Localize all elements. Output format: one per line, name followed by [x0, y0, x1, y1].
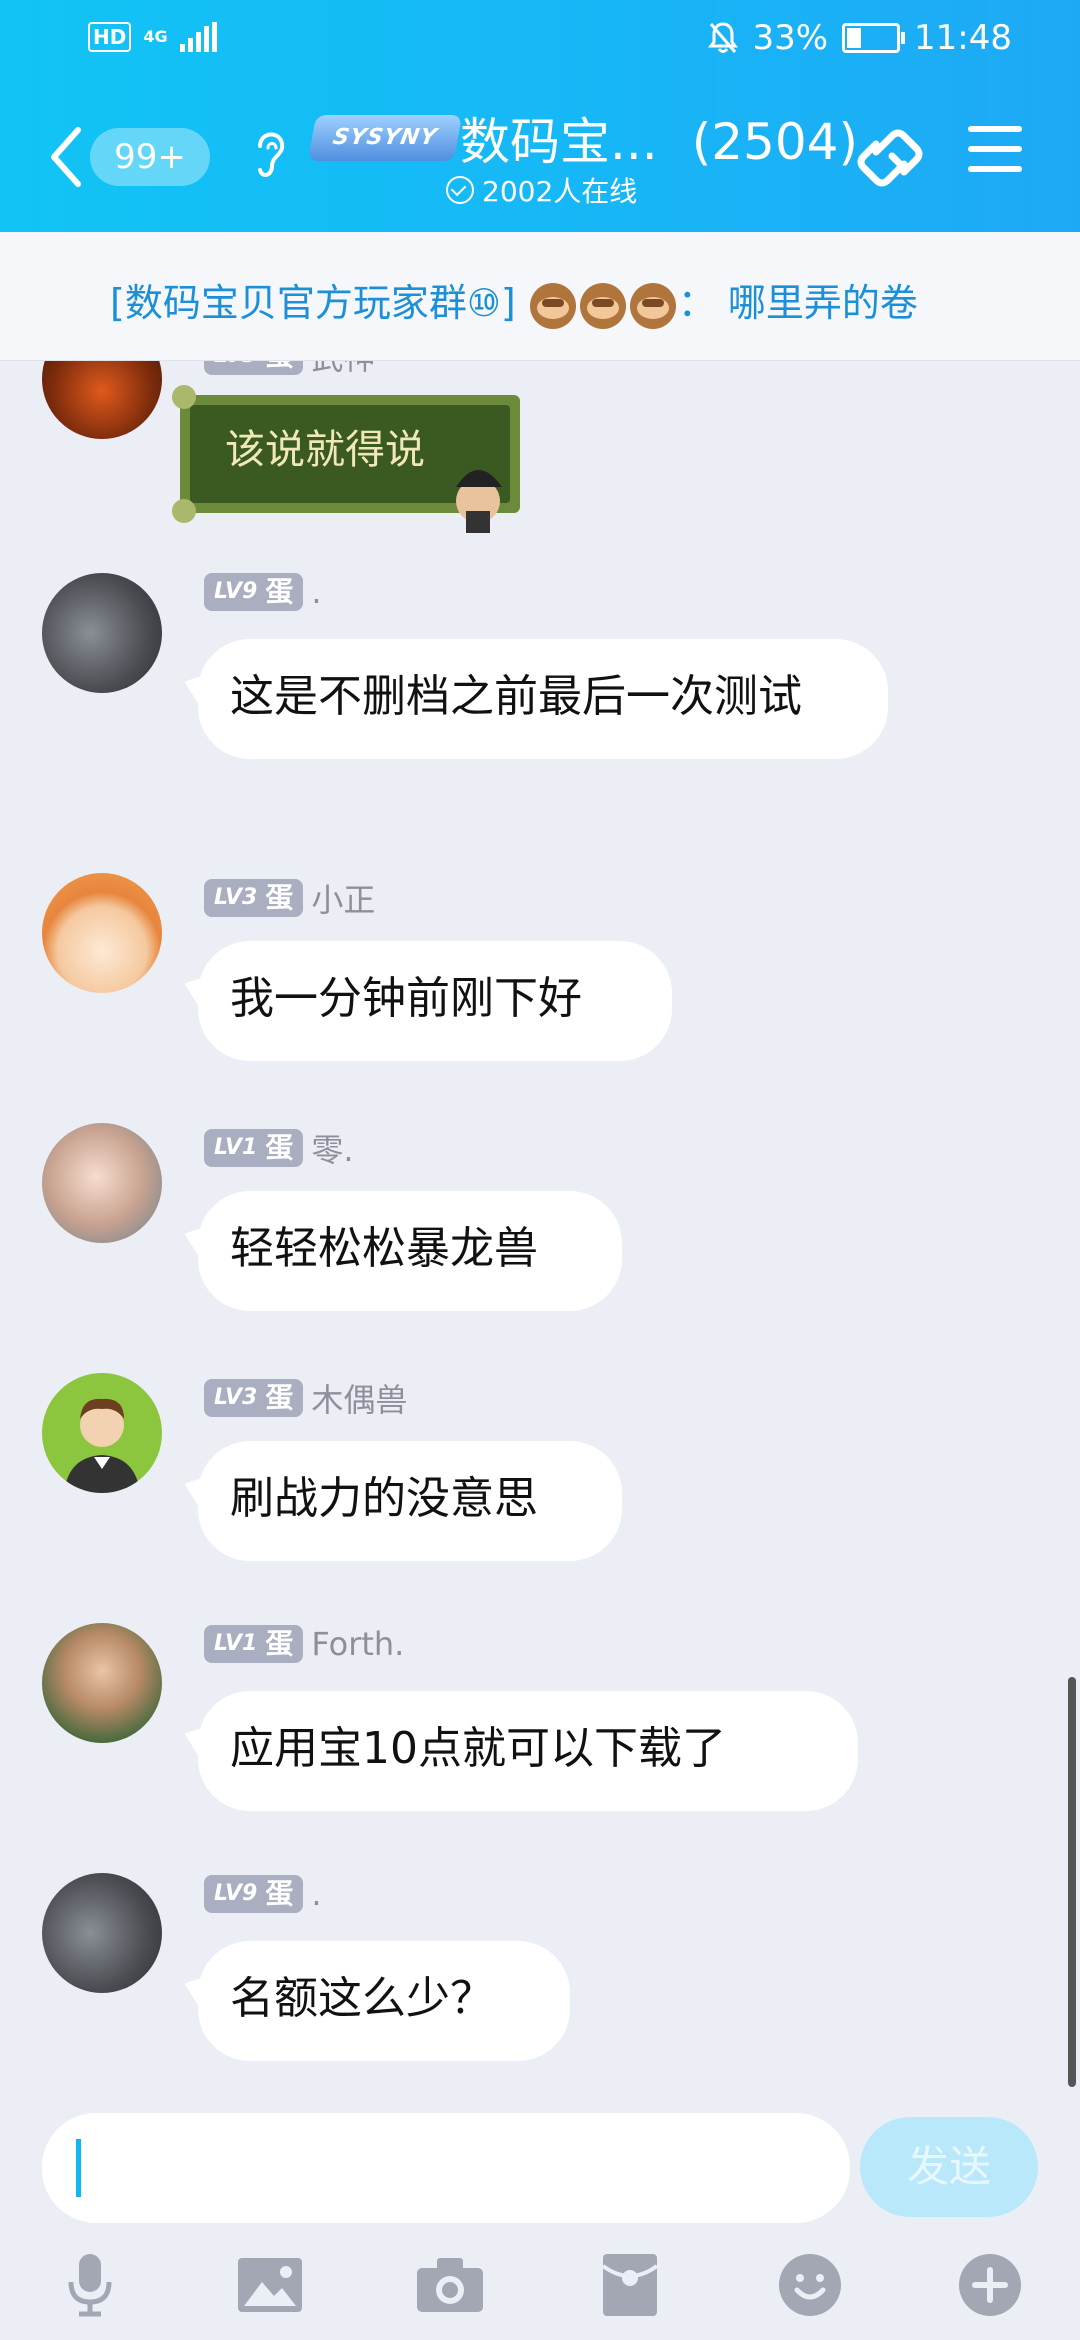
send-button[interactable]: 发送 [860, 2117, 1038, 2217]
avatar[interactable] [42, 573, 162, 693]
message-bubble[interactable]: 轻轻松松暴龙兽 [198, 1191, 622, 1311]
nickname[interactable]: 小正 [311, 875, 375, 921]
nickname[interactable]: Forth. [311, 1625, 404, 1663]
nickname[interactable]: . [311, 573, 321, 611]
unread-count-badge[interactable]: 99+ [90, 128, 210, 186]
input-area: 发送 [0, 2105, 1080, 2340]
avatar[interactable] [42, 1623, 162, 1743]
level-text: LV3 [214, 885, 258, 910]
message-bubble[interactable]: 刷战力的没意思 [198, 1441, 622, 1561]
back-icon[interactable] [46, 122, 86, 192]
sticker-text: 该说就得说 [225, 427, 425, 473]
avatar[interactable] [42, 1373, 162, 1493]
announcement-message: ： 哪里弄的卷 [677, 281, 918, 325]
avatar[interactable] [42, 873, 162, 993]
nickname[interactable]: 武神 [311, 361, 375, 379]
battery-icon [842, 23, 906, 53]
level-text: LV9 [214, 1881, 258, 1906]
group-title[interactable]: 数码宝... (2504) [460, 102, 858, 174]
rank-text: 蛋 [265, 1877, 294, 1910]
level-text: LV9 [214, 579, 258, 604]
see-no-evil-monkey-icon [579, 282, 626, 329]
see-no-evil-monkey-icon [629, 282, 676, 329]
sticker-image[interactable]: 该说就得说 [170, 383, 550, 533]
rank-text: 蛋 [265, 1131, 294, 1164]
message-bubble[interactable]: 我一分钟前刚下好 [198, 941, 672, 1061]
level-text: LV1 [214, 1135, 258, 1160]
link-icon[interactable] [854, 122, 930, 194]
hd-indicator: HD [88, 22, 132, 52]
level-badge: LV3 蛋 [204, 361, 304, 375]
toolbar [0, 2245, 1080, 2335]
battery-percent: 33% [752, 18, 829, 58]
level-text: LV1 [214, 1631, 258, 1656]
nickname[interactable]: 木偶兽 [311, 1375, 407, 1421]
member-count: (2504) [691, 113, 858, 171]
online-status: 2002人在线 [446, 170, 637, 210]
message-bubble[interactable]: 这是不删档之前最后一次测试 [198, 639, 888, 759]
announcement-group: [数码宝贝官方玩家群⑩] [110, 281, 516, 325]
avatar[interactable] [42, 1123, 162, 1243]
level-badge: LV1 蛋 [204, 1625, 304, 1663]
nickname[interactable]: . [311, 1875, 321, 1913]
level-text: LV3 [214, 361, 257, 375]
level-badge: LV9 蛋 [204, 573, 304, 611]
chat-header: HD 4G 33% 11:48 99+ SYSYNY 数码宝... (2504)… [0, 0, 1080, 232]
red-packet-icon[interactable] [590, 2245, 670, 2325]
nickname[interactable]: 零. [311, 1125, 353, 1171]
message-list[interactable]: LV3蛋 武神 该说就得说 LV9蛋 . 这是不删档之前最后一次测试 LV3蛋 … [0, 361, 1080, 2105]
navigation-bar: 99+ SYSYNY 数码宝... (2504) 2002人在线 [0, 82, 1080, 232]
clock: 11:48 [914, 18, 1012, 58]
rank-text: 蛋 [265, 361, 293, 375]
image-icon[interactable] [230, 2245, 310, 2325]
mute-bell-icon [708, 22, 739, 53]
level-badge: LV9 蛋 [204, 1875, 304, 1913]
message-bubble[interactable]: 应用宝10点就可以下载了 [198, 1691, 858, 1811]
level-text: LV3 [214, 1385, 258, 1410]
camera-icon[interactable] [410, 2245, 490, 2325]
scrollbar[interactable] [1068, 1677, 1076, 2087]
microphone-icon[interactable] [50, 2245, 130, 2325]
signal-icon [179, 22, 217, 52]
menu-icon[interactable] [968, 126, 1022, 186]
person-icon [64, 1398, 140, 1493]
level-badge: LV3 蛋 [204, 879, 304, 917]
status-bar: HD 4G 33% 11:48 [0, 0, 1080, 82]
announcement-text: [数码宝贝官方玩家群⑩] ： 哪里弄的卷 [110, 272, 918, 329]
game-logo: SYSYNY [307, 115, 463, 161]
online-count: 2002人在线 [482, 175, 638, 208]
plus-icon[interactable] [950, 2245, 1030, 2325]
rank-text: 蛋 [265, 1627, 294, 1660]
network-type: 4G [143, 27, 168, 46]
message-bubble[interactable]: 名额这么少？ [198, 1941, 570, 2061]
see-no-evil-monkey-icon [529, 282, 576, 329]
ear-icon[interactable] [250, 124, 290, 184]
emoji-icon[interactable] [770, 2245, 850, 2325]
rank-text: 蛋 [265, 575, 294, 608]
group-announcement[interactable]: [数码宝贝官方玩家群⑩] ： 哪里弄的卷 [0, 232, 1080, 361]
text-cursor [76, 2139, 81, 2197]
avatar[interactable] [42, 361, 162, 439]
group-name: 数码宝... [460, 113, 658, 171]
avatar[interactable] [42, 1873, 162, 1993]
rank-text: 蛋 [265, 881, 294, 914]
level-badge: LV3 蛋 [204, 1379, 304, 1417]
rank-text: 蛋 [265, 1381, 294, 1414]
check-circle-icon [446, 176, 474, 204]
message-input[interactable] [42, 2113, 850, 2223]
level-badge: LV1 蛋 [204, 1129, 304, 1167]
